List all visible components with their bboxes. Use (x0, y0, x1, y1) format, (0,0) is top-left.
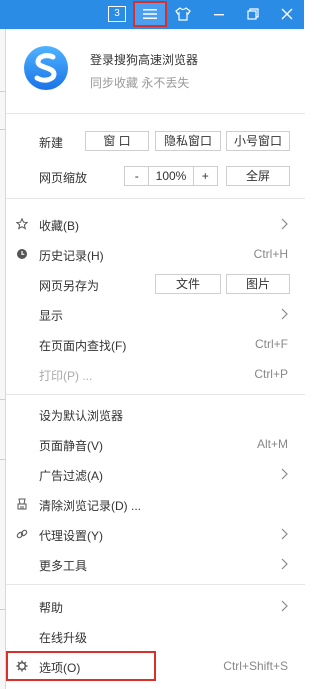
star-icon (16, 218, 28, 230)
menu-item-label: 更多工具 (39, 559, 88, 573)
menu-item-label: 设为默认浏览器 (39, 409, 124, 423)
login-header[interactable]: 登录搜狗高速浏览器 同步收藏 永不丢失 (6, 29, 305, 112)
menu-item-label: 在线升级 (39, 631, 88, 645)
skin-shirt-icon (175, 7, 191, 21)
menu-item-help[interactable]: 帮助 (6, 591, 305, 621)
menu-item-label: 在页面内查找(F) (39, 339, 127, 353)
login-subtitle: 同步收藏 永不丢失 (90, 76, 190, 90)
close-button[interactable] (275, 3, 299, 25)
menu-item-label: 收藏(B) (39, 219, 79, 233)
menu-item-label: 打印(P) ... (39, 369, 93, 383)
menu-item-label: 页面静音(V) (39, 439, 103, 453)
menu-item-more-tools[interactable]: 更多工具 (6, 549, 305, 579)
divider (6, 113, 305, 114)
login-title[interactable]: 登录搜狗高速浏览器 (90, 51, 198, 68)
restore-button[interactable] (241, 3, 265, 25)
chevron-right-icon (281, 600, 288, 612)
main-menu-button[interactable] (133, 1, 167, 27)
menu-item-label: 显示 (39, 309, 64, 323)
fullscreen-button[interactable]: 全屏 (226, 166, 290, 186)
save-as-image-button[interactable]: 图片 (226, 274, 290, 294)
chevron-right-icon (281, 528, 288, 540)
zoom-control: - 100% + (124, 166, 218, 186)
new-label: 新建 (39, 136, 64, 150)
zoom-label: 网页缩放 (39, 171, 88, 185)
options-highlight-frame (6, 651, 156, 681)
zoom-in-button[interactable]: + (194, 167, 217, 185)
menu-item-label: 广告过滤(A) (39, 469, 103, 483)
divider (6, 394, 305, 395)
restore-icon (247, 8, 259, 20)
sogou-logo-icon (24, 46, 68, 90)
zoom-level: 100% (149, 167, 194, 185)
menu-item-clear-history[interactable]: 清除浏览记录(D) ... (6, 489, 305, 519)
zoom-out-button[interactable]: - (125, 167, 150, 185)
eraser-icon (17, 498, 27, 510)
menu-item-display[interactable]: 显示 (6, 299, 305, 329)
divider (6, 584, 305, 585)
minimize-button[interactable] (207, 3, 231, 25)
menu-item-ad-filter[interactable]: 广告过滤(A) (6, 459, 305, 489)
chevron-right-icon (281, 308, 288, 320)
menu-item-mute[interactable]: 页面静音(V) Alt+M (6, 429, 305, 459)
menu-item-label: 帮助 (39, 601, 64, 615)
new-private-window-button[interactable]: 隐私窗口 (155, 131, 221, 151)
menu-item-history[interactable]: 历史记录(H) Ctrl+H (6, 239, 305, 269)
new-alt-window-button[interactable]: 小号窗口 (226, 131, 290, 151)
shortcut-text: Ctrl+P (254, 367, 288, 381)
title-bar: 3 (0, 0, 304, 29)
chevron-right-icon (281, 218, 288, 230)
chevron-right-icon (281, 558, 288, 570)
link-icon (16, 529, 28, 539)
clock-icon (17, 249, 27, 259)
menu-item-print[interactable]: 打印(P) ... Ctrl+P (6, 359, 305, 389)
menu-item-online-upgrade[interactable]: 在线升级 (6, 621, 305, 651)
menu-item-label: 历史记录(H) (39, 249, 104, 263)
minimize-icon (214, 14, 224, 16)
menu-item-favorites[interactable]: 收藏(B) (6, 209, 305, 239)
new-window-button[interactable]: 窗 口 (85, 131, 149, 151)
menu-item-label: 代理设置(Y) (39, 529, 103, 543)
menu-item-find[interactable]: 在页面内查找(F) Ctrl+F (6, 329, 305, 359)
shortcut-text: Ctrl+H (253, 247, 288, 261)
divider (6, 198, 305, 199)
tab-count-badge[interactable]: 3 (108, 6, 126, 22)
browser-main-menu: 登录搜狗高速浏览器 同步收藏 永不丢失 新建 窗 口 隐私窗口 小号窗口 网页缩… (5, 29, 305, 689)
chevron-right-icon (281, 468, 288, 480)
skin-button[interactable] (171, 3, 195, 25)
menu-icon (143, 9, 157, 19)
close-icon (281, 8, 293, 20)
menu-item-set-default-browser[interactable]: 设为默认浏览器 (6, 399, 305, 429)
menu-item-proxy[interactable]: 代理设置(Y) (6, 519, 305, 549)
menu-item-label: 网页另存为 (39, 279, 100, 293)
menu-item-label: 清除浏览记录(D) ... (39, 499, 141, 513)
shortcut-text: Alt+M (256, 437, 288, 451)
shortcut-text: Ctrl+Shift+S (223, 659, 288, 673)
shortcut-text: Ctrl+F (255, 337, 288, 351)
save-as-file-button[interactable]: 文件 (155, 274, 221, 294)
